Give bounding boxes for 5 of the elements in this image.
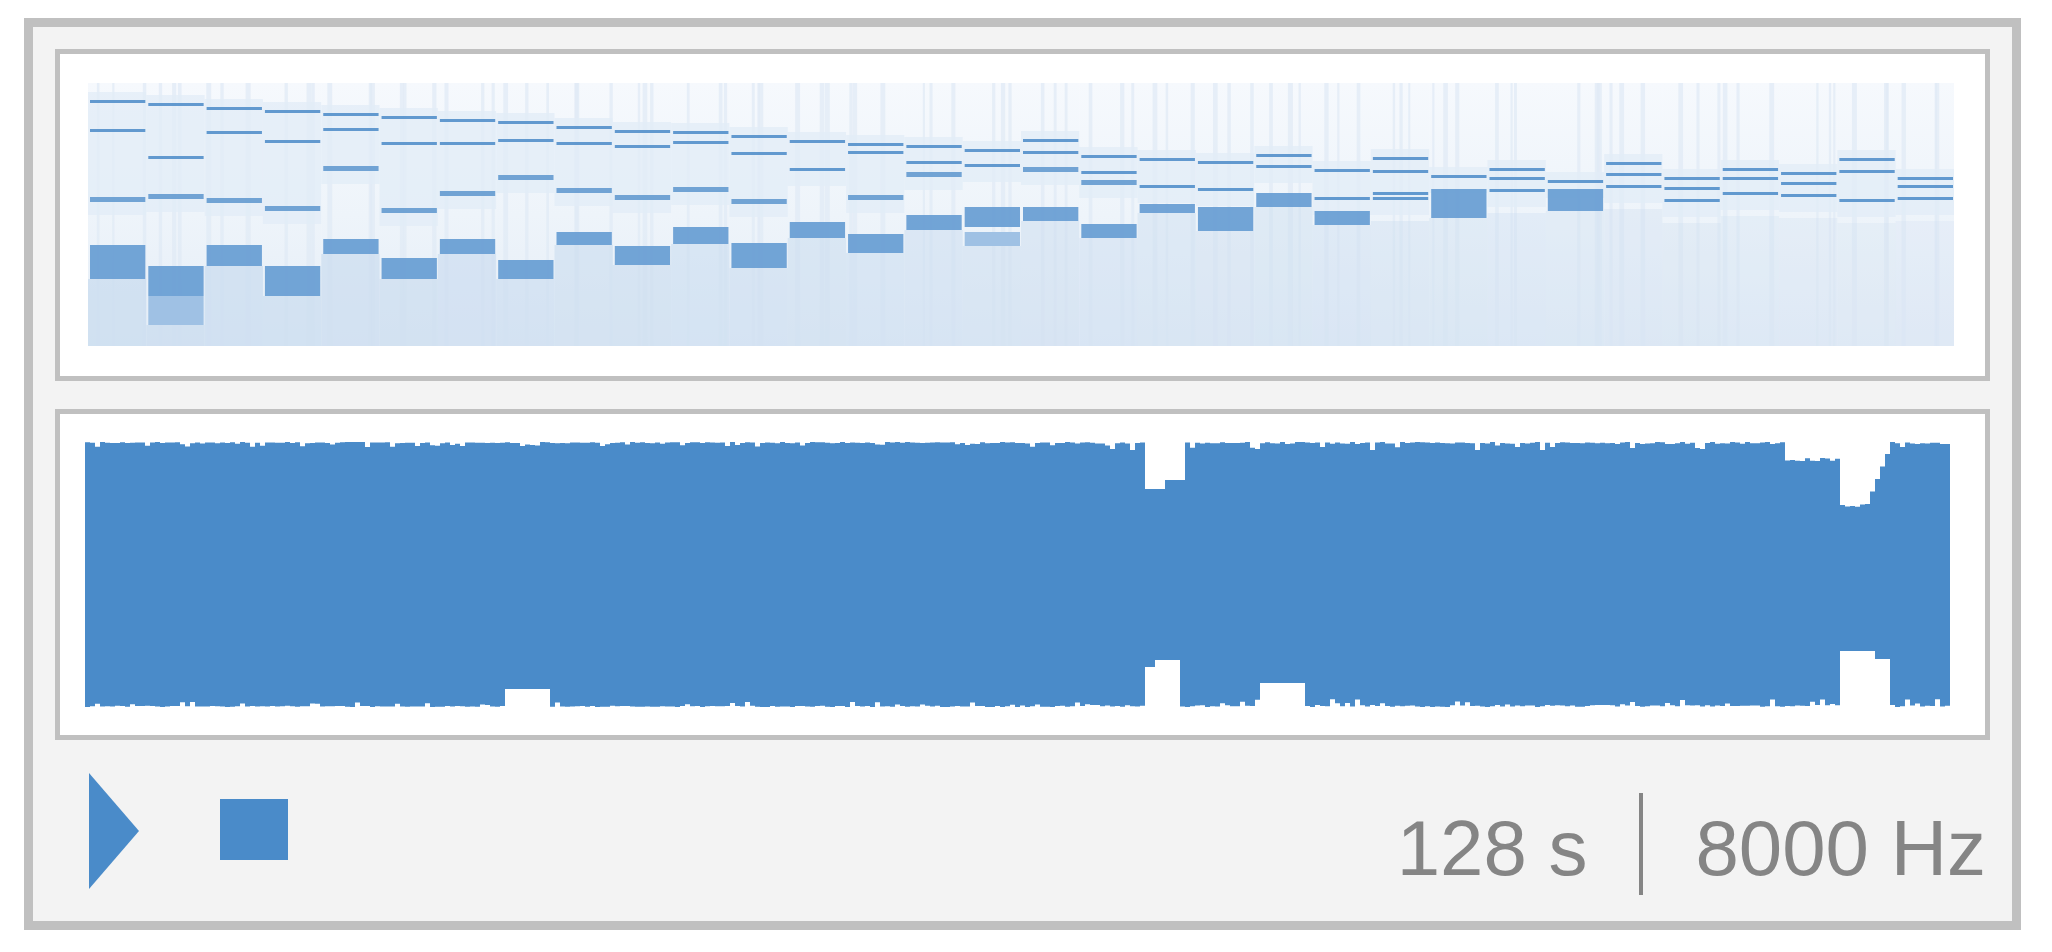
stop-icon <box>220 799 288 860</box>
play-icon <box>89 772 139 889</box>
sample-rate-text: 8000 Hz <box>1695 808 1986 887</box>
play-button[interactable] <box>89 772 139 889</box>
duration-text: 128 s <box>1396 808 1588 887</box>
